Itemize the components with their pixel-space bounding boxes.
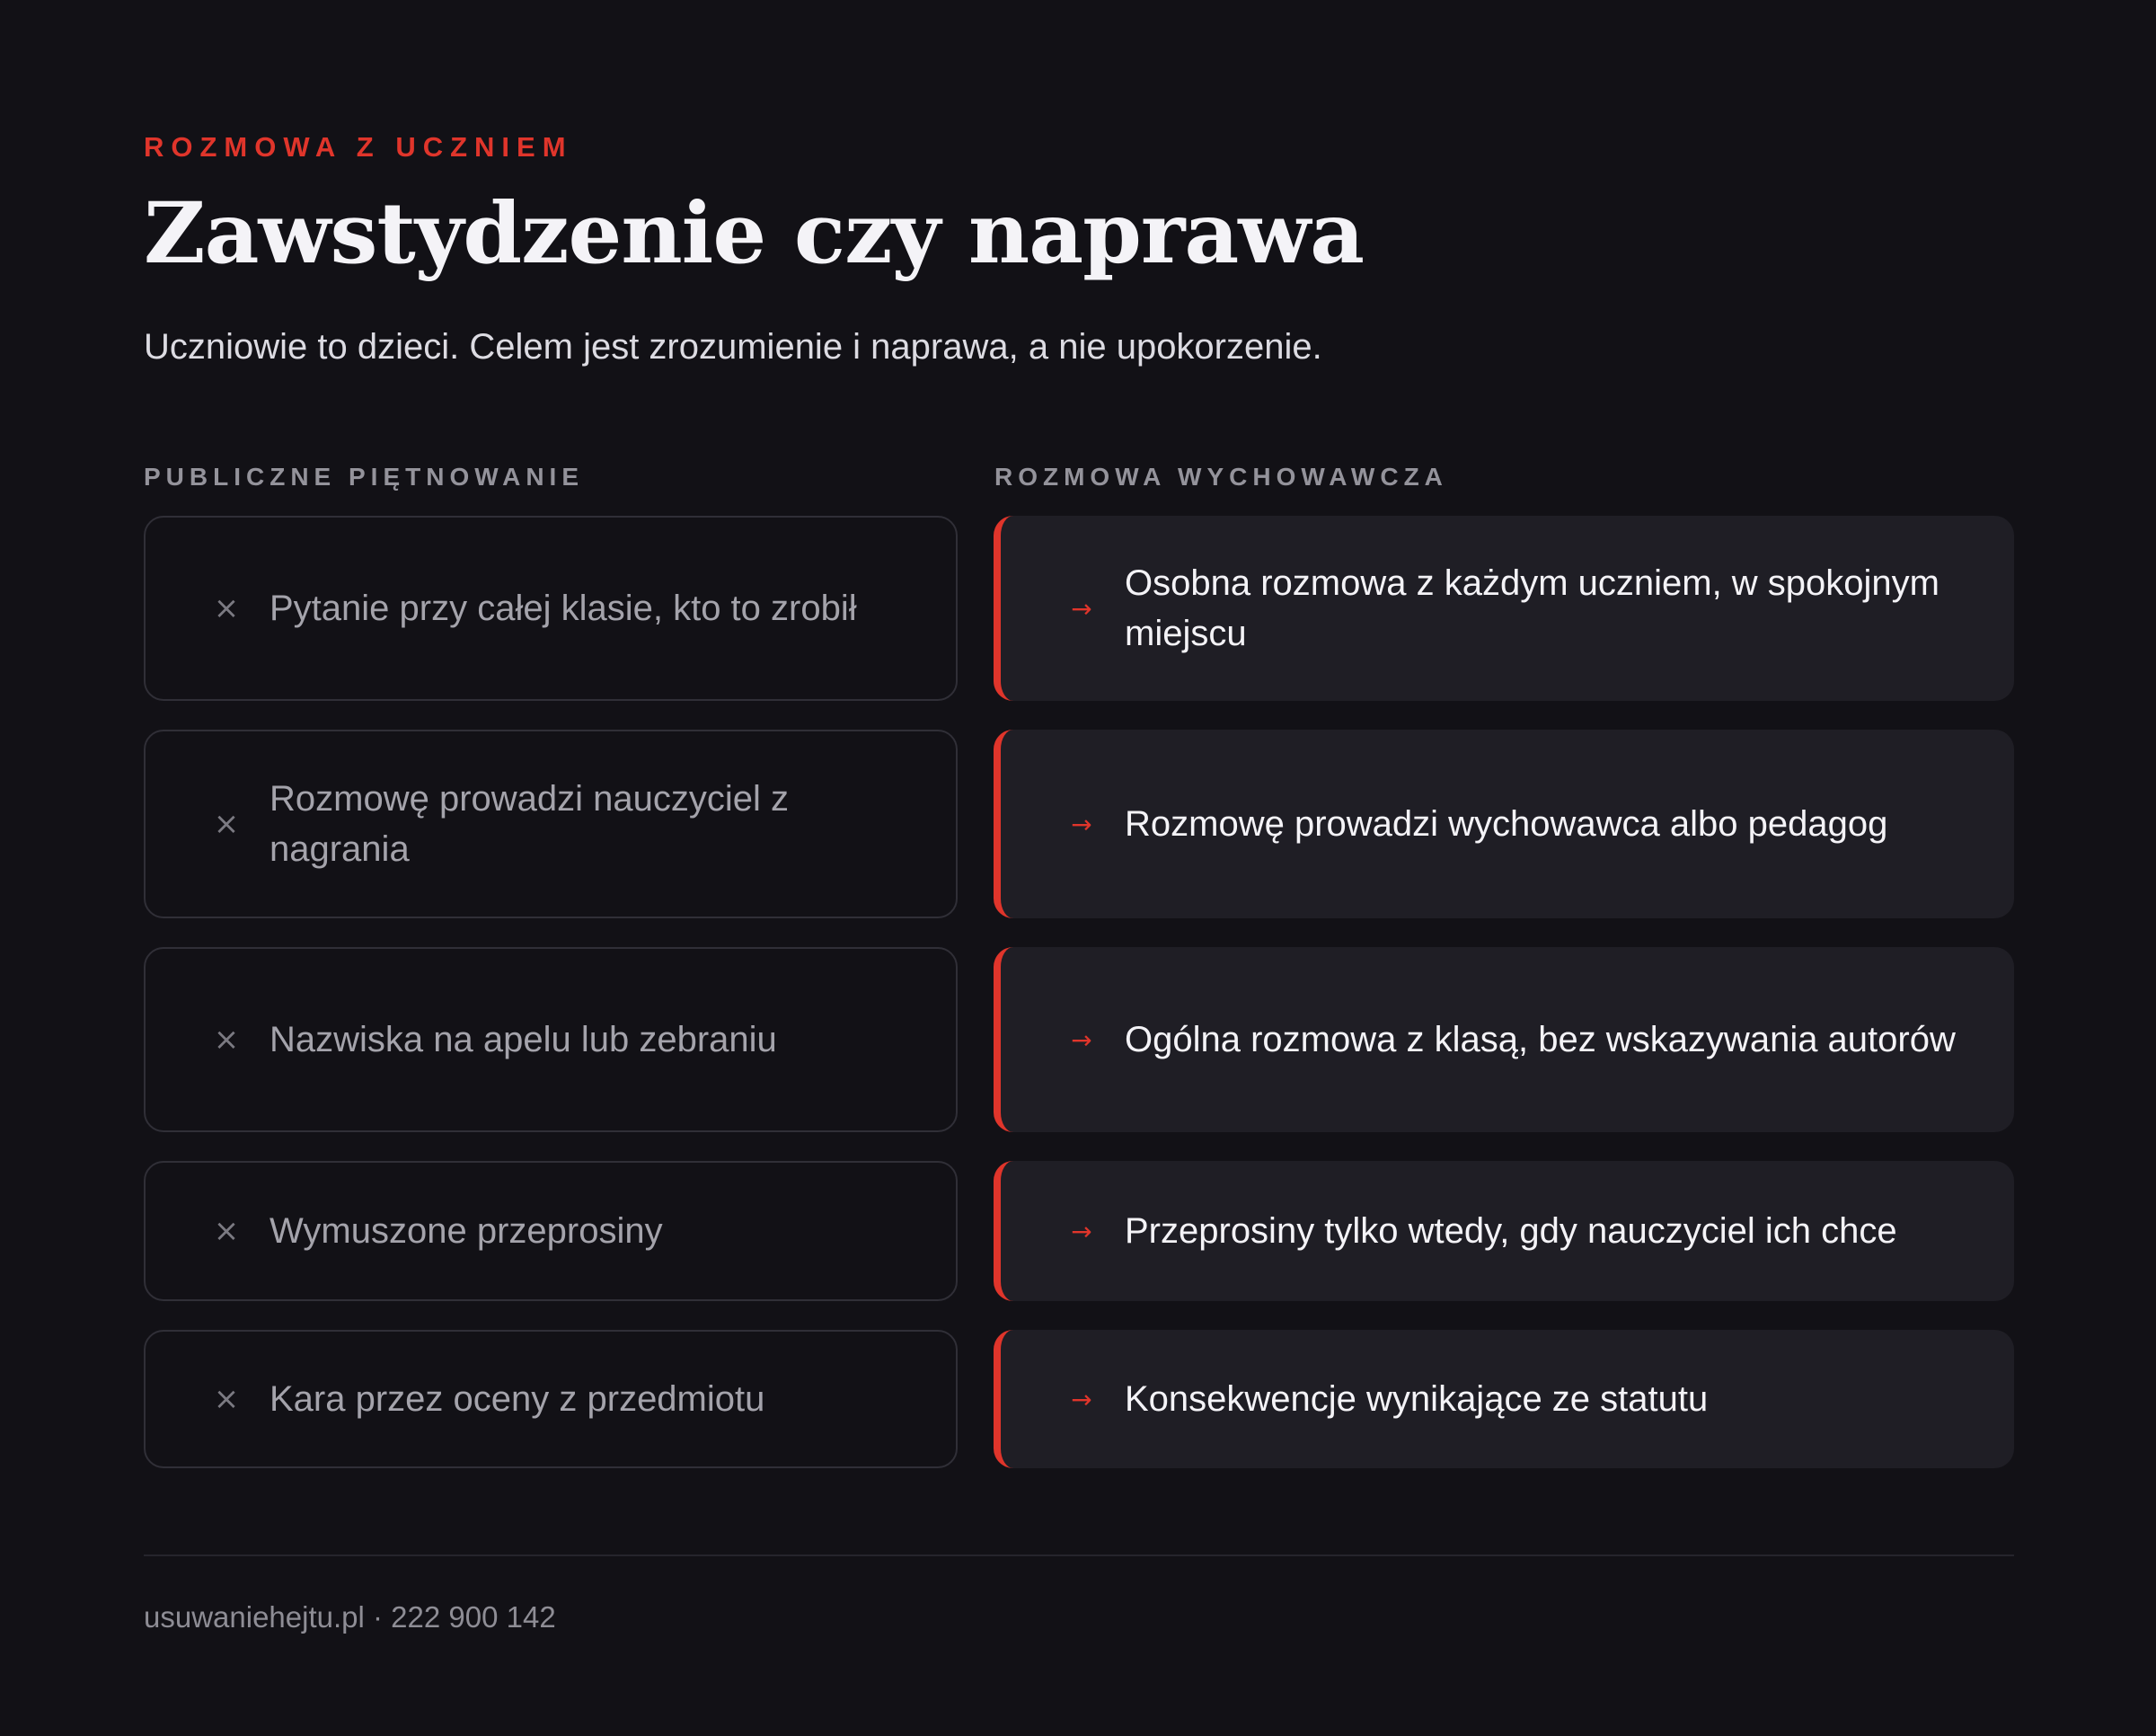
good-practice-text: Konsekwencje wynikające ze statutu bbox=[1125, 1379, 1709, 1419]
good-practice-card: → Konsekwencje wynikające ze statutu bbox=[994, 1330, 2014, 1468]
page-subtitle: Uczniowie to dzieci. Celem jest zrozumie… bbox=[144, 327, 1322, 367]
good-practice-text: Przeprosiny tylko wtedy, gdy nauczyciel … bbox=[1125, 1211, 1897, 1251]
cross-icon: × bbox=[213, 806, 240, 842]
good-practice-card: → Ogólna rozmowa z klasą, bez wskazywani… bbox=[994, 947, 2014, 1132]
bad-practice-card: × Pytanie przy całej klasie, kto to zrob… bbox=[144, 516, 958, 701]
arrow-right-icon: → bbox=[1071, 1024, 1092, 1055]
page-title: Zawstydzenie czy naprawa bbox=[144, 184, 1365, 283]
arrow-right-icon: → bbox=[1071, 1216, 1092, 1246]
comparison-row: × Nazwiska na apelu lub zebraniu → Ogóln… bbox=[144, 947, 2014, 1132]
column-heading-bad: PUBLICZNE PIĘTNOWANIE bbox=[144, 463, 585, 491]
comparison-row: × Kara przez oceny z przedmiotu → Konsek… bbox=[144, 1330, 2014, 1468]
bad-practice-text: Wymuszone przeprosiny bbox=[270, 1211, 663, 1251]
footer-contact: usuwaniehejtu.pl · 222 900 142 bbox=[144, 1600, 556, 1634]
good-practice-text: Ogólna rozmowa z klasą, bez wskazywania … bbox=[1125, 1020, 1956, 1059]
cross-icon: × bbox=[213, 1381, 240, 1417]
arrow-right-icon: → bbox=[1071, 1384, 1092, 1414]
page: ROZMOWA Z UCZNIEM Zawstydzenie czy napra… bbox=[144, 0, 2014, 1736]
good-practice-card: → Osobna rozmowa z każdym uczniem, w spo… bbox=[994, 516, 2014, 701]
comparison-row: × Rozmowę prowadzi nauczyciel z nagrania… bbox=[144, 730, 2014, 918]
cross-icon: × bbox=[213, 590, 240, 626]
good-practice-card: → Rozmowę prowadzi wychowawca albo pedag… bbox=[994, 730, 2014, 918]
comparison-row: × Wymuszone przeprosiny → Przeprosiny ty… bbox=[144, 1161, 2014, 1301]
bad-practice-card: × Kara przez oceny z przedmiotu bbox=[144, 1330, 958, 1468]
good-practice-text: Rozmowę prowadzi wychowawca albo pedagog bbox=[1125, 804, 1888, 844]
column-heading-good: ROZMOWA WYCHOWAWCZA bbox=[994, 463, 1448, 491]
bad-practice-text: Pytanie przy całej klasie, kto to zrobił bbox=[270, 589, 857, 628]
bad-practice-text: Rozmowę prowadzi nauczyciel z nagrania bbox=[270, 779, 790, 869]
eyebrow-label: ROZMOWA Z UCZNIEM bbox=[144, 131, 573, 163]
arrow-right-icon: → bbox=[1071, 809, 1092, 839]
footer-divider bbox=[144, 1554, 2014, 1556]
comparison-row: × Pytanie przy całej klasie, kto to zrob… bbox=[144, 516, 2014, 701]
bad-practice-card: × Rozmowę prowadzi nauczyciel z nagrania bbox=[144, 730, 958, 918]
cross-icon: × bbox=[213, 1213, 240, 1249]
bad-practice-card: × Nazwiska na apelu lub zebraniu bbox=[144, 947, 958, 1132]
bad-practice-card: × Wymuszone przeprosiny bbox=[144, 1161, 958, 1301]
good-practice-card: → Przeprosiny tylko wtedy, gdy nauczycie… bbox=[994, 1161, 2014, 1301]
cross-icon: × bbox=[213, 1022, 240, 1058]
bad-practice-text: Kara przez oceny z przedmiotu bbox=[270, 1379, 765, 1419]
good-practice-text: Osobna rozmowa z każdym uczniem, w spoko… bbox=[1125, 563, 1940, 653]
bad-practice-text: Nazwiska na apelu lub zebraniu bbox=[270, 1020, 777, 1059]
arrow-right-icon: → bbox=[1071, 593, 1092, 624]
